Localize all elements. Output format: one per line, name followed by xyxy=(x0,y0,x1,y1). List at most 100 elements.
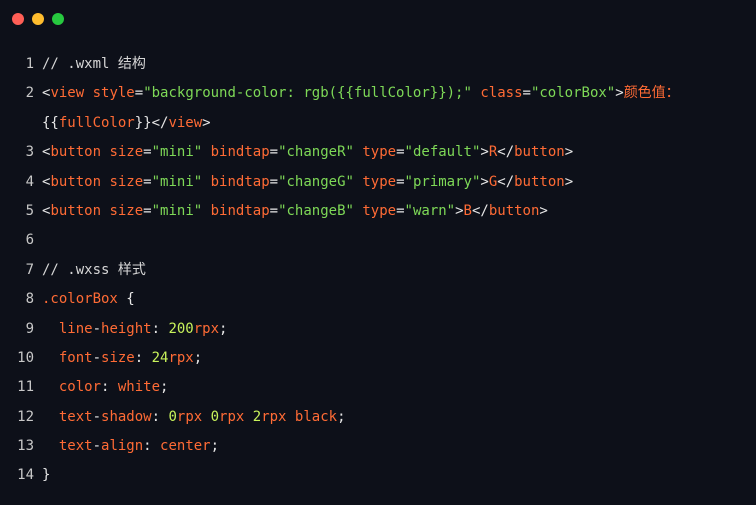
code-token: "background-color: rgb({{fullColor}});" xyxy=(143,85,472,102)
code-token: </ xyxy=(497,144,515,161)
line-number: 7 xyxy=(25,261,34,278)
close-window-button[interactable] xyxy=(12,13,24,25)
code-token: 200 xyxy=(168,320,194,337)
line-number: 8 xyxy=(25,291,34,308)
code-token: ; xyxy=(219,320,228,337)
code-line: 5 <button size="mini" bindtap="changeB" t… xyxy=(0,197,756,226)
code-token: button xyxy=(514,144,565,161)
code-token: align xyxy=(101,438,144,455)
code-token: 颜色值： xyxy=(623,85,680,102)
code-token: > xyxy=(539,202,548,219)
code-token: > xyxy=(202,114,211,131)
code-line: 12 text-shadow: 0rpx 0rpx 2rpx black; xyxy=(0,403,756,432)
code-token: = xyxy=(143,144,152,161)
code-token: R xyxy=(488,144,498,161)
code-token: "mini" xyxy=(151,202,203,219)
line-number: 12 xyxy=(17,408,34,425)
code-token: rpx xyxy=(168,349,194,366)
code-token: rpx xyxy=(219,408,253,425)
code-token: center xyxy=(160,438,211,455)
code-token: { xyxy=(117,291,135,308)
code-token: ; xyxy=(210,438,220,455)
code-token: G xyxy=(488,173,498,190)
code-token: = xyxy=(143,202,152,219)
code-token: : xyxy=(134,349,152,366)
code-token: rpx black xyxy=(261,408,338,425)
code-token: button xyxy=(514,173,565,190)
code-token: rpx xyxy=(176,408,211,425)
code-line: {{fullColor}}</view> xyxy=(0,109,756,138)
code-token: size xyxy=(109,202,144,219)
code-token: bindtap xyxy=(210,144,270,161)
code-token: button xyxy=(50,173,102,190)
code-token: button xyxy=(50,202,102,219)
code-token: }} xyxy=(134,114,152,131)
line-number: 11 xyxy=(17,379,34,396)
code-token: ; xyxy=(193,349,203,366)
code-token: button xyxy=(488,202,540,219)
code-token: > xyxy=(455,202,464,219)
code-token: "mini" xyxy=(151,144,203,161)
line-number: 10 xyxy=(17,349,34,366)
code-token: "warn" xyxy=(404,202,456,219)
code-token: 24 xyxy=(151,349,169,366)
code-token: B xyxy=(463,202,472,219)
code-token: - xyxy=(92,320,102,337)
code-text: color: white; xyxy=(42,373,169,402)
code-token: = xyxy=(269,144,279,161)
code-token: bindtap xyxy=(210,173,270,190)
code-token: 2 xyxy=(252,408,262,425)
code-token: shadow xyxy=(101,408,152,425)
code-line: 11 color: white; xyxy=(0,373,756,402)
code-token: > xyxy=(480,173,489,190)
code-token: class xyxy=(480,85,523,102)
code-token: : xyxy=(151,408,169,425)
code-line: 4 <button size="mini" bindtap="changeG" t… xyxy=(0,168,756,197)
code-token: 0 xyxy=(168,408,177,425)
code-text: text-align: center; xyxy=(42,432,219,461)
code-token: = xyxy=(396,144,405,161)
line-number: 14 xyxy=(17,467,34,484)
code-token: size xyxy=(109,144,144,161)
code-window: 1 // .wxml 结构 2 <view style="background-col… xyxy=(0,0,756,505)
code-token: line xyxy=(42,320,93,337)
code-token: = xyxy=(522,85,531,102)
code-token: - xyxy=(92,349,102,366)
code-token: button xyxy=(50,144,102,161)
code-text: text-shadow: 0rpx 0rpx 2rpx black; xyxy=(42,403,346,432)
code-token: = xyxy=(269,173,279,190)
code-line: 14} xyxy=(0,461,756,490)
code-token: type xyxy=(362,144,397,161)
code-text: } xyxy=(42,461,50,490)
code-token: bindtap xyxy=(210,202,270,219)
code-text: // .wxss 样式 xyxy=(42,256,146,285)
line-number: 1 xyxy=(25,56,34,72)
code-token: = xyxy=(396,173,405,190)
code-token: > xyxy=(564,144,574,161)
code-token: "changeR" xyxy=(278,144,354,161)
code-token: > xyxy=(480,144,489,161)
code-text: .colorBox { xyxy=(42,285,135,314)
code-block: 1 // .wxml 结构 2 <view style="background-col… xyxy=(0,50,756,491)
code-token: .colorBox xyxy=(42,291,118,308)
code-token: font xyxy=(42,349,93,366)
code-token: text xyxy=(42,438,93,455)
code-text: <view style="background-color: rgb({{ful… xyxy=(42,79,680,108)
code-token: "colorBox" xyxy=(530,85,616,102)
maximize-window-button[interactable] xyxy=(52,13,64,25)
code-token: "changeG" xyxy=(278,173,354,190)
code-token: = xyxy=(269,202,279,219)
code-token: type xyxy=(362,202,397,219)
code-token: ; xyxy=(337,408,346,425)
code-token: } xyxy=(42,467,51,484)
minimize-window-button[interactable] xyxy=(32,13,44,25)
code-token: = xyxy=(134,85,144,102)
code-token: : xyxy=(151,320,169,337)
code-token: {{ xyxy=(42,114,59,131)
code-token: </ xyxy=(497,173,515,190)
code-line: 6 xyxy=(0,226,756,255)
code-line: 2 <view style="background-color: rgb({{fu… xyxy=(0,79,756,108)
